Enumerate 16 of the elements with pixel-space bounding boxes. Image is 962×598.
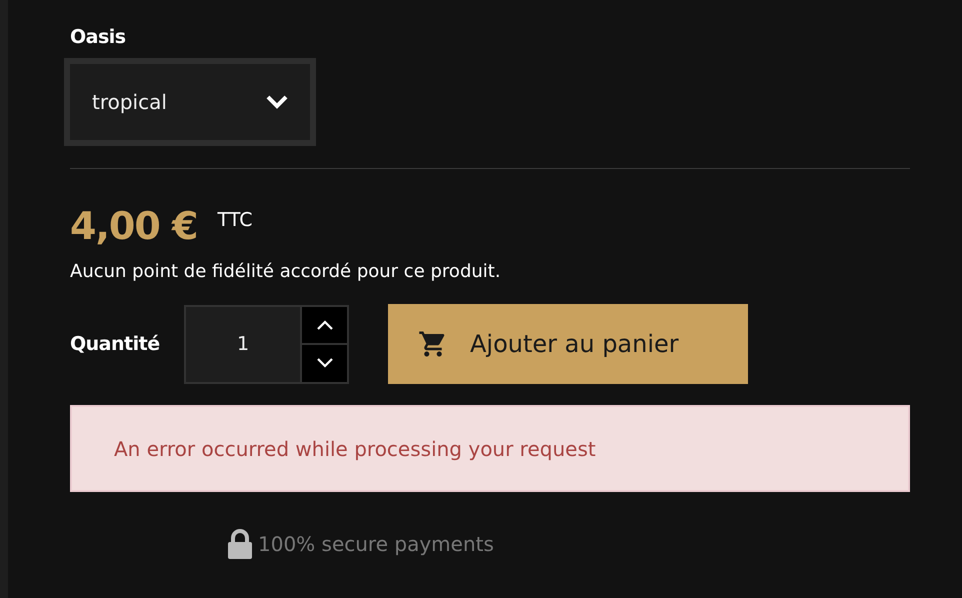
- add-to-cart-button[interactable]: Ajouter au panier: [388, 304, 748, 384]
- chevron-down-icon: [316, 358, 332, 368]
- quantity-field[interactable]: 1: [184, 304, 349, 384]
- increment-button[interactable]: [302, 306, 347, 343]
- quantity-label: Quantité: [70, 333, 161, 355]
- chevron-down-icon: [266, 95, 288, 109]
- lock-icon: [226, 528, 254, 560]
- option-select[interactable]: tropical: [64, 58, 316, 146]
- error-message: An error occurred while processing your request: [114, 436, 596, 460]
- product-price: 4,00 €: [70, 203, 198, 249]
- decrement-button[interactable]: [302, 343, 347, 382]
- option-label: Oasis: [70, 26, 127, 48]
- secure-payments-note: 100% secure payments: [258, 532, 494, 556]
- loyalty-note: Aucun point de fidélité accordé pour ce produit.: [70, 261, 502, 282]
- chevron-up-icon: [316, 320, 332, 330]
- tax-label: TTC: [217, 209, 252, 231]
